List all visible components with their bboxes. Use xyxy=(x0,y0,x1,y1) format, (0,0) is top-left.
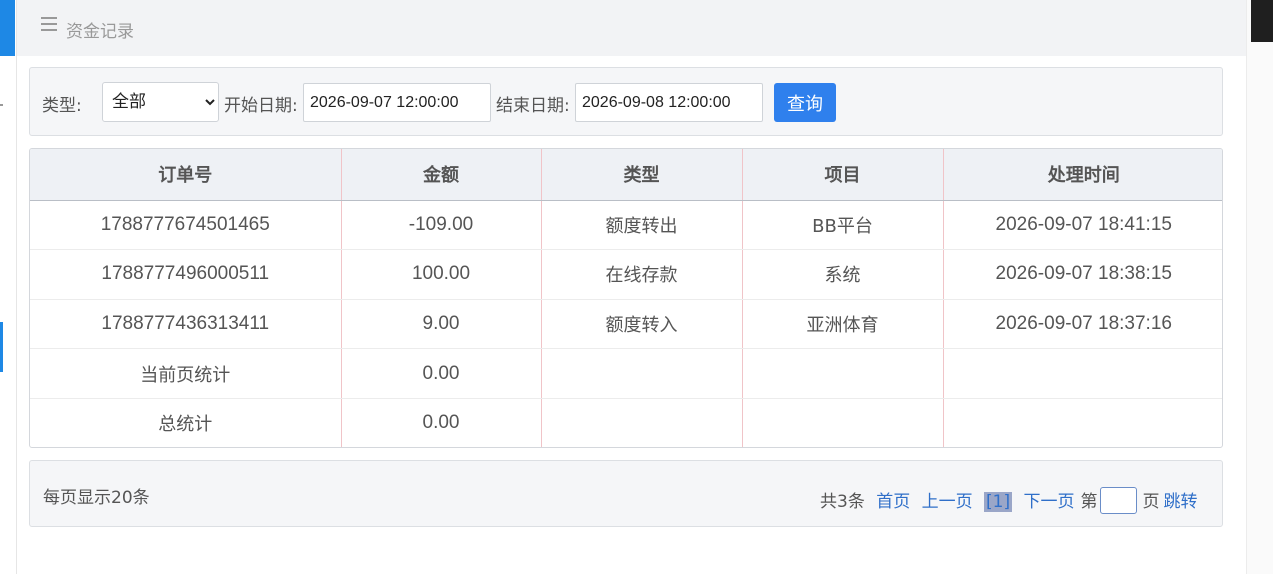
start-date-label: 开始日期: xyxy=(224,96,298,116)
table-row: 1788777496000511 100.00 在线存款 系统 2026-09-… xyxy=(30,249,1222,300)
col-header-type: 类型 xyxy=(541,149,743,201)
cell-time: 2026-09-07 18:37:16 xyxy=(943,299,1222,350)
cell-order-no: 1788777674501465 xyxy=(30,200,342,251)
col-header-order-no: 订单号 xyxy=(30,149,342,201)
first-page-link[interactable]: 首页 xyxy=(876,487,910,512)
menu-icon[interactable] xyxy=(41,17,57,33)
current-page[interactable]: [1] xyxy=(984,492,1013,512)
cell-empty xyxy=(742,398,944,447)
pagination-bar: 每页显示20条 共3条 首页 上一页 [1] 下一页第 页跳转 xyxy=(29,460,1223,527)
cell-amount: -109.00 xyxy=(341,200,542,251)
cell-type: 在线存款 xyxy=(541,249,743,300)
sidebar-marker xyxy=(0,104,3,106)
type-label: 类型: xyxy=(42,96,82,116)
sidebar-active-indicator xyxy=(0,322,3,372)
col-header-time: 处理时间 xyxy=(943,149,1222,201)
page-prefix: 第 xyxy=(1080,492,1098,512)
page-title: 资金记录 xyxy=(66,22,134,42)
page-suffix: 页 xyxy=(1142,492,1160,512)
jump-link[interactable]: 跳转 xyxy=(1164,487,1198,512)
sidebar-accent xyxy=(0,0,15,56)
cell-item: 系统 xyxy=(742,249,944,300)
cell-item: 亚洲体育 xyxy=(742,299,944,350)
cell-amount: 9.00 xyxy=(341,299,542,350)
cell-empty xyxy=(541,398,743,447)
cell-order-no: 1788777496000511 xyxy=(30,249,342,300)
end-date-input[interactable] xyxy=(575,83,763,122)
cell-type: 额度转出 xyxy=(541,200,743,251)
end-date-label: 结束日期: xyxy=(496,96,570,116)
per-page-text: 每页显示20条 xyxy=(43,488,150,508)
page-header: 资金记录 xyxy=(17,0,1246,56)
col-header-amount: 金额 xyxy=(341,149,542,201)
sidebar-edge xyxy=(0,0,17,574)
total-summary-row: 总统计 0.00 xyxy=(30,398,1222,447)
records-table: 订单号 金额 类型 项目 处理时间 1788777674501465 -109.… xyxy=(29,148,1223,448)
pagination-controls: 共3条 首页 上一页 [1] 下一页第 页跳转 xyxy=(820,486,1204,514)
cell-empty xyxy=(943,348,1222,399)
cell-summary-label: 当前页统计 xyxy=(30,348,342,399)
query-button[interactable]: 查询 xyxy=(774,83,836,122)
table-row: 1788777674501465 -109.00 额度转出 BB平台 2026-… xyxy=(30,200,1222,251)
cell-total-label: 总统计 xyxy=(30,398,342,447)
cell-empty xyxy=(943,398,1222,447)
prev-page-link[interactable]: 上一页 xyxy=(922,487,973,512)
cell-order-no: 1788777436313411 xyxy=(30,299,342,350)
scroll-edge xyxy=(1246,0,1273,574)
cell-empty xyxy=(742,348,944,399)
table-row: 1788777436313411 9.00 额度转入 亚洲体育 2026-09-… xyxy=(30,299,1222,350)
window-corner xyxy=(1251,0,1273,42)
cell-empty xyxy=(541,348,743,399)
col-header-item: 项目 xyxy=(742,149,944,201)
next-page-link[interactable]: 下一页 xyxy=(1024,487,1075,512)
cell-summary-amount: 0.00 xyxy=(341,348,542,399)
cell-total-amount: 0.00 xyxy=(341,398,542,447)
cell-amount: 100.00 xyxy=(341,249,542,300)
table-header-row: 订单号 金额 类型 项目 处理时间 xyxy=(30,149,1222,201)
page-summary-row: 当前页统计 0.00 xyxy=(30,348,1222,399)
cell-time: 2026-09-07 18:41:15 xyxy=(943,200,1222,251)
page-number-input[interactable] xyxy=(1099,486,1137,514)
cell-time: 2026-09-07 18:38:15 xyxy=(943,249,1222,300)
start-date-input[interactable] xyxy=(303,83,491,122)
type-select[interactable]: 全部 xyxy=(102,82,219,122)
total-count: 共3条 xyxy=(820,492,865,512)
cell-type: 额度转入 xyxy=(541,299,743,350)
filter-bar: 类型: 全部 开始日期: 结束日期: 查询 xyxy=(29,67,1223,136)
cell-item: BB平台 xyxy=(742,200,944,251)
